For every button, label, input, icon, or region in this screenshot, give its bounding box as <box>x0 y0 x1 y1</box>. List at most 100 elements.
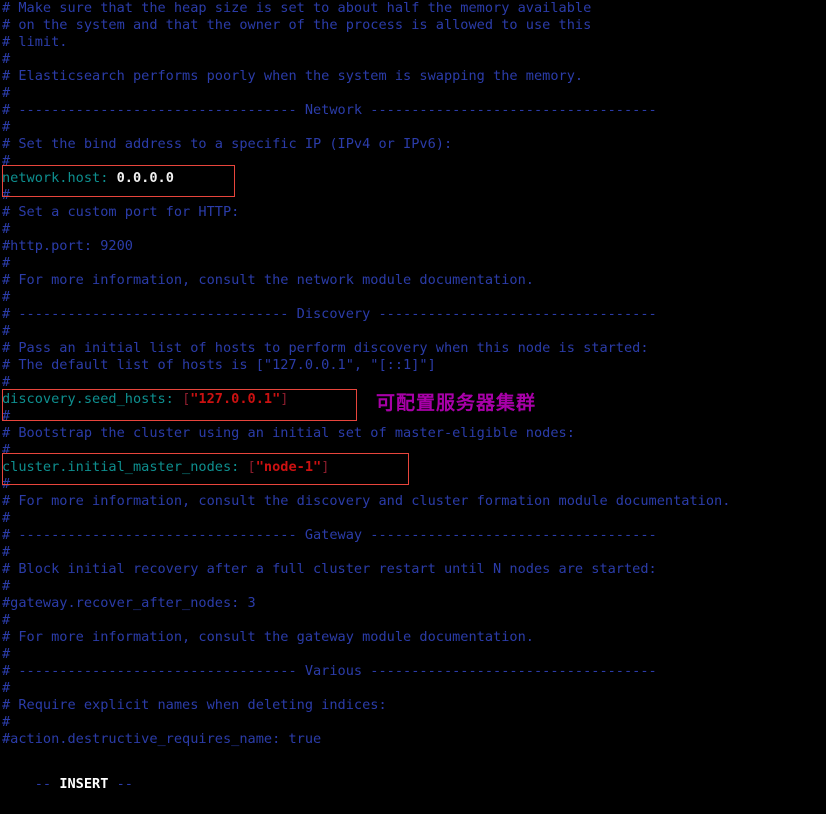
editor-line[interactable]: # The default list of hosts is ["127.0.0… <box>0 357 826 374</box>
line-segment <box>239 459 247 475</box>
line-segment: # Make sure that the heap size is set to… <box>2 0 592 16</box>
editor-line[interactable]: #action.destructive_requires_name: true <box>0 731 826 748</box>
line-segment: # <box>2 544 11 560</box>
editor-line[interactable]: # Elasticsearch performs poorly when the… <box>0 68 826 85</box>
editor-line[interactable]: # limit. <box>0 34 826 51</box>
editor-line[interactable]: # <box>0 714 826 731</box>
line-segment: network.host: <box>2 170 109 186</box>
editor-line[interactable]: # Make sure that the heap size is set to… <box>0 0 826 17</box>
line-segment <box>174 391 182 407</box>
line-segment: # <box>2 119 11 135</box>
editor-line[interactable]: # Require explicit names when deleting i… <box>0 697 826 714</box>
editor-line[interactable]: #http.port: 9200 <box>0 238 826 255</box>
line-segment: # <box>2 714 11 730</box>
editor-line[interactable]: # <box>0 680 826 697</box>
editor-line[interactable]: # <box>0 442 826 459</box>
editor-line[interactable]: # Block initial recovery after a full cl… <box>0 561 826 578</box>
editor-line[interactable]: # <box>0 612 826 629</box>
editor-line[interactable]: # <box>0 476 826 493</box>
line-segment: # <box>2 153 11 169</box>
editor-line[interactable]: # <box>0 544 826 561</box>
line-segment: # <box>2 374 11 390</box>
line-segment: # limit. <box>2 34 68 50</box>
editor-line[interactable]: # For more information, consult the disc… <box>0 493 826 510</box>
line-segment: # Require explicit names when deleting i… <box>2 697 387 713</box>
line-segment: # Set the bind address to a specific IP … <box>2 136 453 152</box>
editor-line[interactable]: # <box>0 51 826 68</box>
editor-line[interactable]: # --------------------------------- Disc… <box>0 306 826 323</box>
line-segment: [ <box>247 459 256 475</box>
line-segment: # <box>2 442 11 458</box>
editor-line[interactable]: # <box>0 119 826 136</box>
terminal-window[interactable]: # Make sure that the heap size is set to… <box>0 0 826 792</box>
editor-line[interactable]: #gateway.recover_after_nodes: 3 <box>0 595 826 612</box>
line-segment: # Block initial recovery after a full cl… <box>2 561 657 577</box>
cluster-annotation: 可配置服务器集群 <box>376 392 537 414</box>
line-segment: "node-1" <box>255 459 322 475</box>
line-segment: # The default list of hosts is ["127.0.0… <box>2 357 436 373</box>
editor-line[interactable]: # <box>0 187 826 204</box>
editor-line[interactable]: # ---------------------------------- Var… <box>0 663 826 680</box>
line-segment: # <box>2 476 11 492</box>
editor-line[interactable]: # Bootstrap the cluster using an initial… <box>0 425 826 442</box>
editor-line[interactable]: # Set the bind address to a specific IP … <box>0 136 826 153</box>
line-segment: # For more information, consult the disc… <box>2 493 731 509</box>
line-segment: # For more information, consult the gate… <box>2 629 534 645</box>
line-segment: discovery.seed_hosts: <box>2 391 174 407</box>
editor-line[interactable]: # on the system and that the owner of th… <box>0 17 826 34</box>
editor-line[interactable]: # <box>0 510 826 527</box>
editor-line[interactable]: # <box>0 289 826 306</box>
line-segment: # <box>2 578 11 594</box>
editor-line[interactable]: cluster.initial_master_nodes: ["node-1"] <box>0 459 826 476</box>
line-segment: # <box>2 612 11 628</box>
line-segment: #action.destructive_requires_name: true <box>2 731 322 747</box>
line-segment: # <box>2 323 11 339</box>
editor-line[interactable]: # <box>0 153 826 170</box>
line-segment: # <box>2 289 11 305</box>
editor-line[interactable]: # <box>0 323 826 340</box>
line-segment: # For more information, consult the netw… <box>2 272 534 288</box>
line-segment: # <box>2 221 11 237</box>
line-segment: # <box>2 85 11 101</box>
line-segment: # Set a custom port for HTTP: <box>2 204 240 220</box>
editor-line[interactable]: # <box>0 221 826 238</box>
editor-line[interactable]: # <box>0 374 826 391</box>
editor-line[interactable]: # Pass an initial list of hosts to perfo… <box>0 340 826 357</box>
line-segment: # <box>2 255 11 271</box>
editor-line[interactable]: # ---------------------------------- Net… <box>0 102 826 119</box>
editor-line[interactable]: # For more information, consult the gate… <box>0 629 826 646</box>
line-segment: cluster.initial_master_nodes: <box>2 459 240 475</box>
editor-line[interactable]: # <box>0 255 826 272</box>
line-segment: # on the system and that the owner of th… <box>2 17 592 33</box>
line-segment: # ---------------------------------- Gat… <box>2 527 657 543</box>
line-segment: # --------------------------------- Disc… <box>2 306 657 322</box>
line-segment: # <box>2 51 11 67</box>
editor-line[interactable]: # For more information, consult the netw… <box>0 272 826 289</box>
line-segment: # <box>2 510 11 526</box>
line-segment: # <box>2 187 11 203</box>
status-mode-indicator: INSERT <box>59 776 109 792</box>
line-segment: #http.port: 9200 <box>2 238 133 254</box>
editor-line[interactable]: # ---------------------------------- Gat… <box>0 527 826 544</box>
line-segment: # <box>2 408 11 424</box>
line-segment: "127.0.0.1" <box>190 391 281 407</box>
editor-line[interactable]: # <box>0 646 826 663</box>
editor-line[interactable]: network.host: 0.0.0.0 <box>0 170 826 187</box>
status-suffix: -- <box>108 776 133 792</box>
line-segment <box>108 170 116 186</box>
editor-line[interactable]: # Set a custom port for HTTP: <box>0 204 826 221</box>
line-segment: ] <box>321 459 330 475</box>
line-segment: # Bootstrap the cluster using an initial… <box>2 425 575 441</box>
editor-line[interactable]: # <box>0 85 826 102</box>
line-segment: ] <box>280 391 289 407</box>
status-prefix: -- <box>34 776 60 792</box>
line-segment: # ---------------------------------- Net… <box>2 102 657 118</box>
vim-text-buffer[interactable]: # Make sure that the heap size is set to… <box>0 0 826 748</box>
vim-status-line: -- INSERT -- <box>0 754 826 792</box>
line-segment: 0.0.0.0 <box>116 170 174 186</box>
line-segment: # Pass an initial list of hosts to perfo… <box>2 340 649 356</box>
line-segment: # <box>2 680 11 696</box>
line-segment: #gateway.recover_after_nodes: 3 <box>2 595 256 611</box>
editor-line[interactable]: # <box>0 578 826 595</box>
line-segment: # ---------------------------------- Var… <box>2 663 657 679</box>
